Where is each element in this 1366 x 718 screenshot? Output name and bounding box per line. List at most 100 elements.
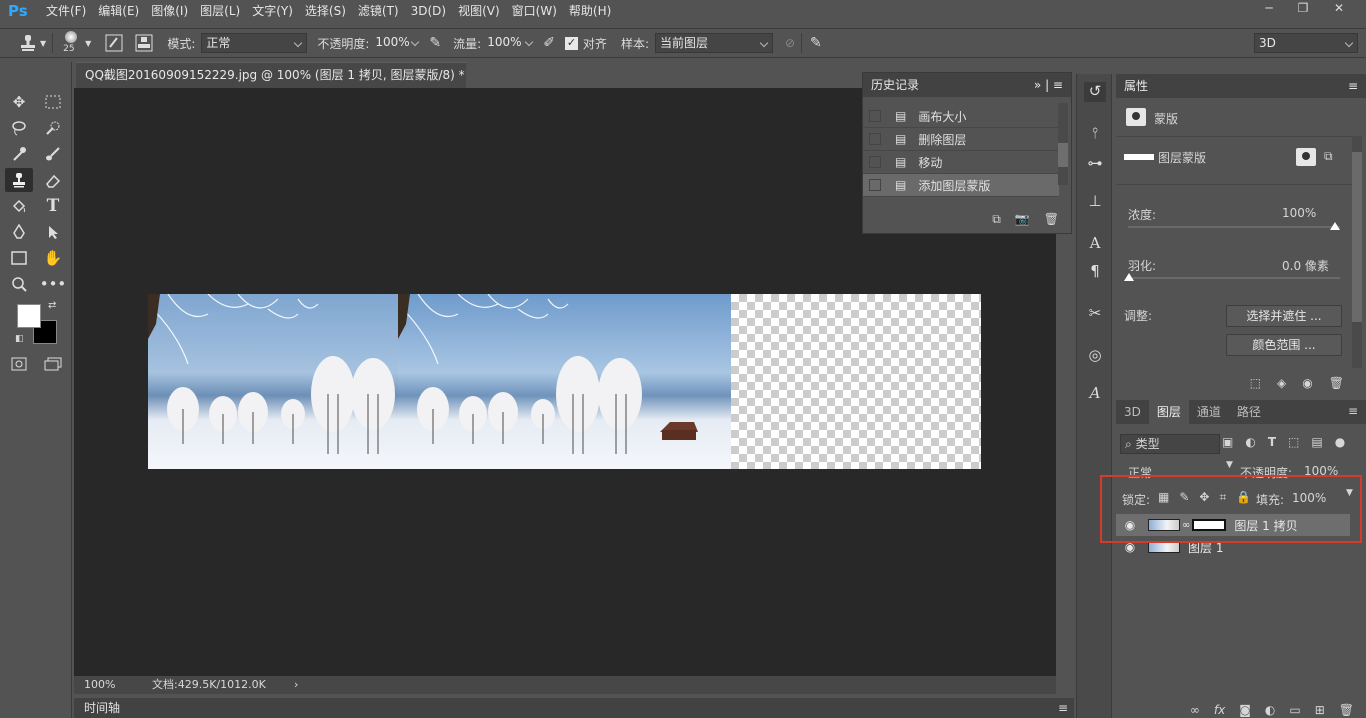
rectangle-tool-icon[interactable] xyxy=(5,246,33,270)
layers-panel-tab[interactable]: 通道 xyxy=(1189,400,1229,424)
toggle-brush-panel-icon[interactable] xyxy=(105,34,123,52)
new-layer-icon[interactable]: ⊞ xyxy=(1315,703,1325,717)
history-state-row[interactable]: ▤ 添加图层蒙版 xyxy=(863,174,1059,197)
snapshot-source-checkbox[interactable] xyxy=(869,133,881,145)
delete-layer-trash-icon[interactable]: 🗑 xyxy=(1339,703,1354,717)
select-pixel-mask-button[interactable] xyxy=(1296,148,1316,166)
workspace-select[interactable]: 3D xyxy=(1254,33,1358,53)
timeline-tab[interactable]: 时间轴 xyxy=(74,701,120,715)
flow-field[interactable]: 100% xyxy=(483,33,537,53)
zoom-tool-icon[interactable] xyxy=(5,272,33,296)
new-document-from-state-icon[interactable]: ⧉ xyxy=(992,212,1001,227)
visibility-eye-icon[interactable]: ◉ xyxy=(1302,376,1312,390)
paint-bucket-tool-icon[interactable] xyxy=(5,194,33,218)
screen-mode-icon[interactable] xyxy=(39,352,67,376)
type-layer-filter-icon[interactable]: T xyxy=(1268,435,1276,449)
snapshot-source-checkbox[interactable] xyxy=(869,110,881,122)
ignore-adjustment-layers-icon[interactable]: ⊘ xyxy=(785,36,795,50)
snapshot-source-checkbox[interactable] xyxy=(869,179,881,191)
menu-item[interactable]: 3D(D) xyxy=(405,0,452,22)
zoom-level[interactable]: 100% xyxy=(84,676,115,694)
quick-mask-icon[interactable] xyxy=(5,352,33,376)
chevron-down-icon[interactable]: ▼ xyxy=(40,39,46,48)
history-panel-icon[interactable]: ↺ xyxy=(1084,82,1106,102)
eraser-tool-icon[interactable] xyxy=(39,168,67,192)
menu-item[interactable]: 视图(V) xyxy=(452,0,506,22)
filter-toggle-icon[interactable]: ● xyxy=(1335,435,1345,449)
delete-mask-trash-icon[interactable]: 🗑 xyxy=(1329,376,1344,390)
chevron-down-icon[interactable]: ▼ xyxy=(85,39,91,48)
snapshot-camera-icon[interactable]: 📷 xyxy=(1015,212,1030,226)
adjustment-layer-filter-icon[interactable]: ◐ xyxy=(1245,435,1255,449)
layers-panel-tab[interactable]: 图层 xyxy=(1148,400,1189,424)
close-window-button[interactable]: ✕ xyxy=(1326,0,1352,18)
color-range-button[interactable]: 颜色范围 ... xyxy=(1226,334,1342,356)
default-colors-icon[interactable]: ◧ xyxy=(15,334,24,344)
sample-select[interactable]: 当前图层 xyxy=(654,33,773,53)
history-state-row[interactable]: ▤ 移动 xyxy=(863,151,1059,174)
smart-object-filter-icon[interactable]: ▤ xyxy=(1311,435,1322,449)
lasso-tool-icon[interactable] xyxy=(5,116,33,140)
menu-item[interactable]: 选择(S) xyxy=(299,0,352,22)
shape-layer-filter-icon[interactable]: ⬚ xyxy=(1288,435,1299,449)
feather-value[interactable]: 0.0 像素 xyxy=(1282,257,1329,274)
density-value[interactable]: 100% xyxy=(1282,206,1316,220)
load-selection-icon[interactable]: ⬚ xyxy=(1250,376,1261,390)
quick-selection-tool-icon[interactable] xyxy=(39,116,67,140)
menu-item[interactable]: 滤镜(T) xyxy=(352,0,405,22)
hand-tool-icon[interactable]: ✋ xyxy=(39,246,67,270)
eyedropper-tool-icon[interactable] xyxy=(5,142,33,166)
layers-panel-tab[interactable]: 3D xyxy=(1116,400,1149,424)
clone-stamp-tool-icon[interactable] xyxy=(5,168,33,192)
pixel-layer-filter-icon[interactable]: ▣ xyxy=(1222,435,1233,449)
menu-item[interactable]: 文字(Y) xyxy=(246,0,299,22)
panel-menu-icon[interactable]: » | ≡ xyxy=(1034,73,1063,97)
brush-presets-icon[interactable]: ⫯ xyxy=(1084,124,1106,144)
panel-menu-icon[interactable]: ≡ xyxy=(1058,698,1068,718)
feather-slider-handle[interactable] xyxy=(1124,273,1134,281)
mode-select[interactable]: 正常 xyxy=(201,33,308,53)
new-group-folder-icon[interactable]: ▭ xyxy=(1289,703,1300,717)
brush-preset-picker[interactable]: 25 xyxy=(59,29,85,57)
select-and-mask-button[interactable]: 选择并遮住 ... xyxy=(1226,305,1342,327)
link-layers-icon[interactable]: ∞ xyxy=(1190,703,1200,717)
libraries-icon[interactable]: ◎ xyxy=(1084,346,1106,366)
scrollbar-thumb[interactable] xyxy=(1352,152,1362,322)
path-selection-tool-icon[interactable] xyxy=(39,220,67,244)
layer-style-fx-icon[interactable]: fx xyxy=(1214,703,1225,717)
align-checkbox[interactable]: ✓ xyxy=(564,36,578,50)
menu-item[interactable]: 文件(F) xyxy=(40,0,92,22)
pressure-size-icon[interactable]: ✎ xyxy=(810,35,822,51)
status-menu-arrow-icon[interactable]: › xyxy=(294,676,298,694)
character-panel-icon[interactable]: A xyxy=(1084,234,1106,254)
menu-item[interactable]: 帮助(H) xyxy=(563,0,617,22)
new-adjustment-layer-icon[interactable]: ◐ xyxy=(1265,703,1275,717)
paragraph-panel-icon[interactable]: ¶ xyxy=(1084,262,1106,282)
move-tool-icon[interactable]: ✥ xyxy=(5,90,33,114)
snapshot-source-checkbox[interactable] xyxy=(869,156,881,168)
properties-scrollbar[interactable] xyxy=(1352,136,1362,368)
history-state-row[interactable]: ▤ 删除图层 xyxy=(863,128,1059,151)
opacity-field[interactable]: 100% xyxy=(371,33,423,53)
layers-panel-tab[interactable]: 路径 xyxy=(1229,400,1269,424)
density-slider[interactable] xyxy=(1128,226,1340,228)
pen-tool-icon[interactable] xyxy=(5,220,33,244)
document-tab[interactable]: QQ截图20160909152229.jpg @ 100% (图层 1 拷贝, … xyxy=(76,62,466,88)
add-layer-mask-icon[interactable]: ◙ xyxy=(1239,703,1251,717)
layer-filter-select[interactable]: ⌕ 类型 xyxy=(1120,434,1220,454)
menu-item[interactable]: 图像(I) xyxy=(145,0,194,22)
apply-mask-icon[interactable]: ◈ xyxy=(1277,376,1286,390)
restore-button[interactable]: ❐ xyxy=(1290,0,1316,18)
marquee-tool-icon[interactable] xyxy=(39,90,67,114)
foreground-color-swatch[interactable] xyxy=(17,304,41,328)
airbrush-icon[interactable]: ✐ xyxy=(543,35,555,51)
menu-item[interactable]: 图层(L) xyxy=(194,0,246,22)
swap-colors-icon[interactable]: ⇄ xyxy=(48,300,56,311)
scrollbar-thumb[interactable] xyxy=(1058,143,1068,167)
more-tools-icon[interactable]: ••• xyxy=(39,272,67,296)
clone-source-icon[interactable]: ⊥ xyxy=(1084,192,1106,212)
vector-mask-icon[interactable]: ⧉ xyxy=(1324,149,1333,164)
density-slider-handle[interactable] xyxy=(1330,222,1340,230)
type-tool-icon[interactable]: T xyxy=(39,194,67,218)
panel-menu-icon[interactable]: ≡ xyxy=(1348,74,1358,98)
